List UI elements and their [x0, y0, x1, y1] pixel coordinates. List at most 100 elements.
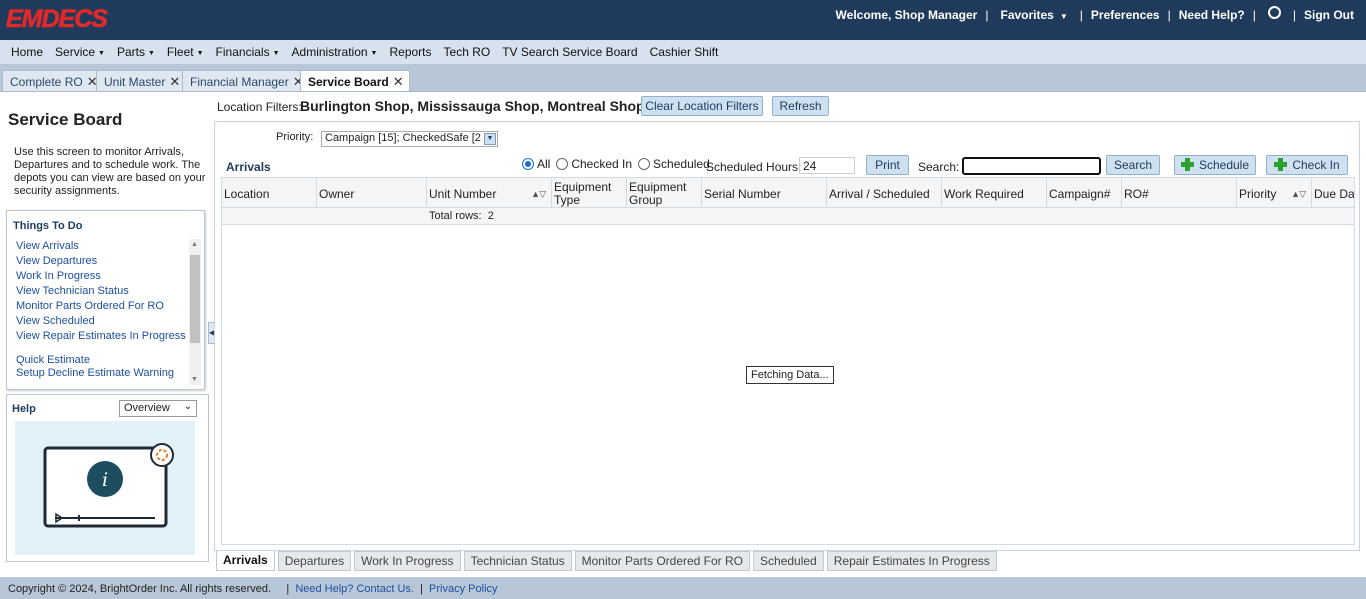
favorites-menu[interactable]: Favorites ▼ — [996, 8, 1071, 22]
privacy-policy-link[interactable]: Privacy Policy — [429, 583, 497, 595]
chevron-down-icon[interactable]: ▼ — [484, 133, 496, 145]
schedule-button[interactable]: Schedule — [1174, 155, 1256, 175]
tab-departures[interactable]: Departures — [277, 551, 352, 571]
things-to-do-title: Things To Do — [13, 220, 83, 232]
menu-tech-ro[interactable]: Tech RO — [444, 45, 491, 59]
menu-service[interactable]: Service ▼ — [55, 45, 105, 59]
copyright-text: Copyright © 2024, BrightOrder Inc. All r… — [8, 583, 272, 595]
arrivals-grid: Location Owner Unit Number ▲▽ Equipment T… — [221, 177, 1355, 545]
radio-checked-in[interactable] — [556, 158, 569, 170]
main-menu: Home Service ▼ Parts ▼ Fleet ▼ Financials ▼ … — [0, 40, 1366, 64]
help-box: Help Overview ⌄ i — [6, 394, 209, 562]
chevron-down-icon: ▼ — [147, 50, 155, 57]
total-rows: Total rows: 2 — [429, 210, 494, 222]
todo-view-departures[interactable]: View Departures — [16, 254, 186, 269]
emdecs-logo[interactable]: EMDECS — [6, 5, 109, 34]
menu-administration[interactable]: Administration ▼ — [292, 45, 378, 59]
col-campaign[interactable]: Campaign# — [1047, 178, 1122, 208]
globe-icon[interactable] — [1264, 6, 1285, 23]
preferences-link[interactable]: Preferences — [1091, 8, 1160, 22]
radio-scheduled[interactable] — [638, 158, 651, 170]
menu-cashier-shift[interactable]: Cashier Shift — [650, 45, 719, 59]
scheduled-hours-input[interactable]: 24 — [799, 157, 855, 174]
priority-label: Priority: — [276, 131, 314, 143]
scroll-down-icon[interactable]: ▼ — [191, 376, 198, 383]
plus-icon — [1274, 158, 1288, 172]
tab-complete-ro[interactable]: Complete RO ✕ — [2, 70, 104, 91]
sort-icon[interactable]: ▲▽ — [1291, 188, 1306, 201]
menu-tv-search-service-board[interactable]: TV Search Service Board — [502, 45, 637, 59]
chevron-down-icon: ▼ — [98, 50, 105, 57]
col-serial-number[interactable]: Serial Number — [702, 178, 827, 208]
todo-monitor-parts-ordered[interactable]: Monitor Parts Ordered For RO — [16, 299, 186, 314]
search-input[interactable] — [962, 157, 1101, 175]
search-button[interactable]: Search — [1106, 155, 1160, 175]
grid-header: Location Owner Unit Number ▲▽ Equipment T… — [222, 178, 1354, 208]
chevron-down-icon: ⌄ — [183, 401, 192, 412]
search-label: Search: — [918, 160, 960, 174]
help-video-thumbnail[interactable]: i — [15, 421, 195, 555]
col-priority[interactable]: Priority ▲▽ — [1237, 178, 1312, 208]
tab-monitor-parts-ordered[interactable]: Monitor Parts Ordered For RO — [574, 551, 751, 571]
todo-view-repair-estimates[interactable]: View Repair Estimates In Progress — [16, 329, 186, 344]
todo-work-in-progress[interactable]: Work In Progress — [16, 269, 186, 284]
menu-home[interactable]: Home — [11, 45, 43, 59]
radio-all[interactable] — [522, 158, 534, 170]
todo-scrollbar[interactable]: ▲ ▼ — [189, 239, 201, 385]
service-board-panel: Priority: Campaign [15]; CheckedSafe [2 … — [214, 121, 1360, 551]
contact-us-link[interactable]: Need Help? Contact Us. — [295, 583, 414, 595]
tab-repair-estimates[interactable]: Repair Estimates In Progress — [826, 551, 997, 571]
page-description: Use this screen to monitor Arrivals, Dep… — [14, 146, 206, 197]
col-equipment-type[interactable]: Equipment Type — [552, 178, 627, 208]
col-arrival-scheduled[interactable]: Arrival / Scheduled — [827, 178, 942, 208]
tab-scheduled[interactable]: Scheduled — [753, 551, 824, 571]
todo-setup-decline-estimate[interactable]: Setup Decline Estimate Warning — [16, 368, 186, 379]
bottom-tabs: Arrivals Departures Work In Progress Tec… — [216, 551, 1000, 572]
help-topic-select[interactable]: Overview ⌄ — [119, 400, 197, 417]
todo-view-technician-status[interactable]: View Technician Status — [16, 284, 186, 299]
tab-unit-master[interactable]: Unit Master ✕ — [96, 70, 187, 91]
sort-icon[interactable]: ▲▽ — [531, 188, 546, 201]
video-player-icon: i — [43, 443, 174, 528]
col-ro-number[interactable]: RO# — [1122, 178, 1237, 208]
top-bar: EMDECS Welcome, Shop Manager | Favorites… — [0, 0, 1366, 40]
col-work-required[interactable]: Work Required — [942, 178, 1047, 208]
sign-out-link[interactable]: Sign Out — [1304, 8, 1354, 22]
location-filters-label: Location Filters: — [217, 100, 302, 114]
tab-work-in-progress[interactable]: Work In Progress — [354, 551, 461, 571]
help-title: Help — [12, 403, 36, 415]
todo-view-arrivals[interactable]: View Arrivals — [16, 239, 186, 254]
close-icon[interactable]: ✕ — [393, 74, 404, 89]
refresh-button[interactable]: Refresh — [772, 96, 829, 116]
tab-service-board[interactable]: Service Board ✕ — [300, 70, 410, 92]
check-in-button[interactable]: Check In — [1266, 155, 1348, 175]
scroll-thumb[interactable] — [190, 255, 200, 343]
footer: Copyright © 2024, BrightOrder Inc. All r… — [0, 577, 1366, 599]
location-filters-value: Burlington Shop, Mississauga Shop, Montr… — [300, 98, 645, 114]
col-location[interactable]: Location — [222, 178, 317, 208]
tab-arrivals[interactable]: Arrivals — [216, 551, 275, 571]
need-help-link[interactable]: Need Help? — [1179, 8, 1245, 22]
clear-location-filters-button[interactable]: Clear Location Filters — [641, 96, 763, 116]
todo-quick-estimate[interactable]: Quick Estimate — [16, 353, 186, 368]
todo-view-scheduled[interactable]: View Scheduled — [16, 314, 186, 329]
print-button[interactable]: Print — [866, 155, 909, 175]
menu-fleet[interactable]: Fleet ▼ — [167, 45, 204, 59]
tab-technician-status[interactable]: Technician Status — [463, 551, 572, 571]
col-due-date[interactable]: Due Dat — [1312, 178, 1354, 208]
col-equipment-group[interactable]: Equipment Group — [627, 178, 702, 208]
scroll-up-icon[interactable]: ▲ — [191, 241, 198, 248]
col-unit-number[interactable]: Unit Number ▲▽ — [427, 178, 552, 208]
menu-financials[interactable]: Financials ▼ — [216, 45, 280, 59]
menu-reports[interactable]: Reports — [389, 45, 431, 59]
chevron-down-icon: ▼ — [272, 50, 280, 57]
plus-icon — [1180, 158, 1194, 172]
tab-financial-manager[interactable]: Financial Manager ✕ — [182, 70, 310, 91]
section-title: Arrivals — [226, 160, 271, 174]
priority-select[interactable]: Campaign [15]; CheckedSafe [2 ▼ — [321, 131, 498, 147]
top-links: Welcome, Shop Manager | Favorites ▼ | Pre… — [835, 6, 1354, 23]
col-owner[interactable]: Owner — [317, 178, 427, 208]
things-to-do-box: Things To Do View Arrivals View Departur… — [6, 210, 205, 390]
menu-parts[interactable]: Parts ▼ — [117, 45, 155, 59]
close-icon[interactable]: ✕ — [169, 74, 180, 89]
